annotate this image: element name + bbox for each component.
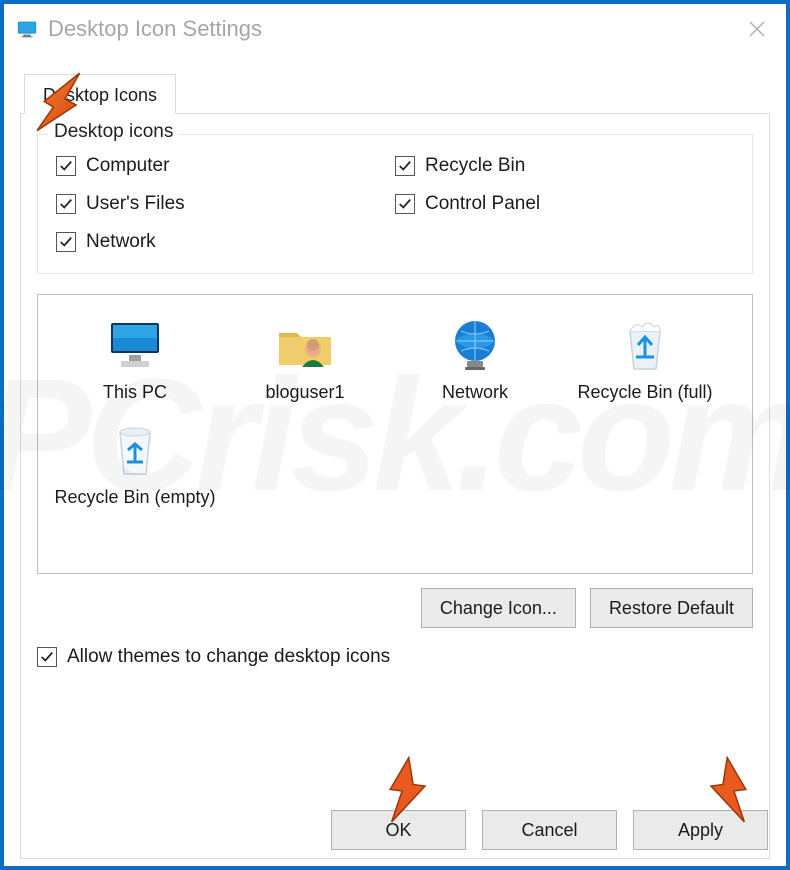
recycle-bin-full-icon bbox=[560, 313, 730, 377]
restore-default-button[interactable]: Restore Default bbox=[590, 588, 753, 628]
checkbox-users-files-label: User's Files bbox=[86, 193, 185, 215]
checkbox-users-files[interactable] bbox=[56, 194, 76, 214]
tab-content: Desktop icons Computer User's Files Netw… bbox=[20, 114, 770, 859]
user-folder-icon bbox=[220, 313, 390, 377]
window-title: Desktop Icon Settings bbox=[48, 16, 740, 42]
change-icon-button[interactable]: Change Icon... bbox=[421, 588, 576, 628]
icon-label: Recycle Bin (empty) bbox=[50, 486, 220, 509]
network-icon bbox=[390, 313, 560, 377]
checkbox-recycle-bin-label: Recycle Bin bbox=[425, 155, 525, 177]
icon-item-user[interactable]: bloguser1 bbox=[220, 313, 390, 404]
check-icon bbox=[398, 159, 412, 173]
check-icon bbox=[40, 650, 54, 664]
icon-item-this-pc[interactable]: This PC bbox=[50, 313, 220, 404]
allow-themes-label: Allow themes to change desktop icons bbox=[67, 646, 390, 668]
checkbox-computer[interactable] bbox=[56, 156, 76, 176]
checkbox-recycle-bin[interactable] bbox=[395, 156, 415, 176]
desktop-icons-group: Desktop icons Computer User's Files Netw… bbox=[37, 134, 753, 274]
icon-label: Network bbox=[390, 381, 560, 404]
ok-button[interactable]: OK bbox=[331, 810, 466, 850]
icon-preview-box: This PC bloguser1 Network bbox=[37, 294, 753, 574]
computer-icon bbox=[50, 313, 220, 377]
close-icon bbox=[748, 20, 766, 38]
checkbox-computer-label: Computer bbox=[86, 155, 169, 177]
icon-item-recycle-empty[interactable]: Recycle Bin (empty) bbox=[50, 418, 220, 509]
cancel-button[interactable]: Cancel bbox=[482, 810, 617, 850]
close-button[interactable] bbox=[740, 10, 774, 49]
icon-label: bloguser1 bbox=[220, 381, 390, 404]
desktop-icon-settings-dialog: Desktop Icon Settings Desktop Icons Desk… bbox=[4, 4, 786, 866]
checkbox-network[interactable] bbox=[56, 232, 76, 252]
checkbox-control-panel-label: Control Panel bbox=[425, 193, 540, 215]
checkbox-control-panel[interactable] bbox=[395, 194, 415, 214]
apply-button[interactable]: Apply bbox=[633, 810, 768, 850]
check-icon bbox=[59, 159, 73, 173]
recycle-bin-empty-icon bbox=[50, 418, 220, 482]
check-icon bbox=[398, 197, 412, 211]
icon-item-network[interactable]: Network bbox=[390, 313, 560, 404]
tabstrip: Desktop Icons bbox=[20, 74, 770, 114]
checkbox-allow-themes[interactable] bbox=[37, 647, 57, 667]
check-icon bbox=[59, 235, 73, 249]
icon-item-recycle-full[interactable]: Recycle Bin (full) bbox=[560, 313, 730, 404]
tab-desktop-icons[interactable]: Desktop Icons bbox=[24, 74, 176, 114]
checkbox-network-label: Network bbox=[86, 231, 156, 253]
app-icon bbox=[16, 18, 38, 40]
icon-label: This PC bbox=[50, 381, 220, 404]
icon-label: Recycle Bin (full) bbox=[560, 381, 730, 404]
titlebar: Desktop Icon Settings bbox=[4, 4, 786, 54]
group-label: Desktop icons bbox=[48, 121, 179, 143]
check-icon bbox=[59, 197, 73, 211]
